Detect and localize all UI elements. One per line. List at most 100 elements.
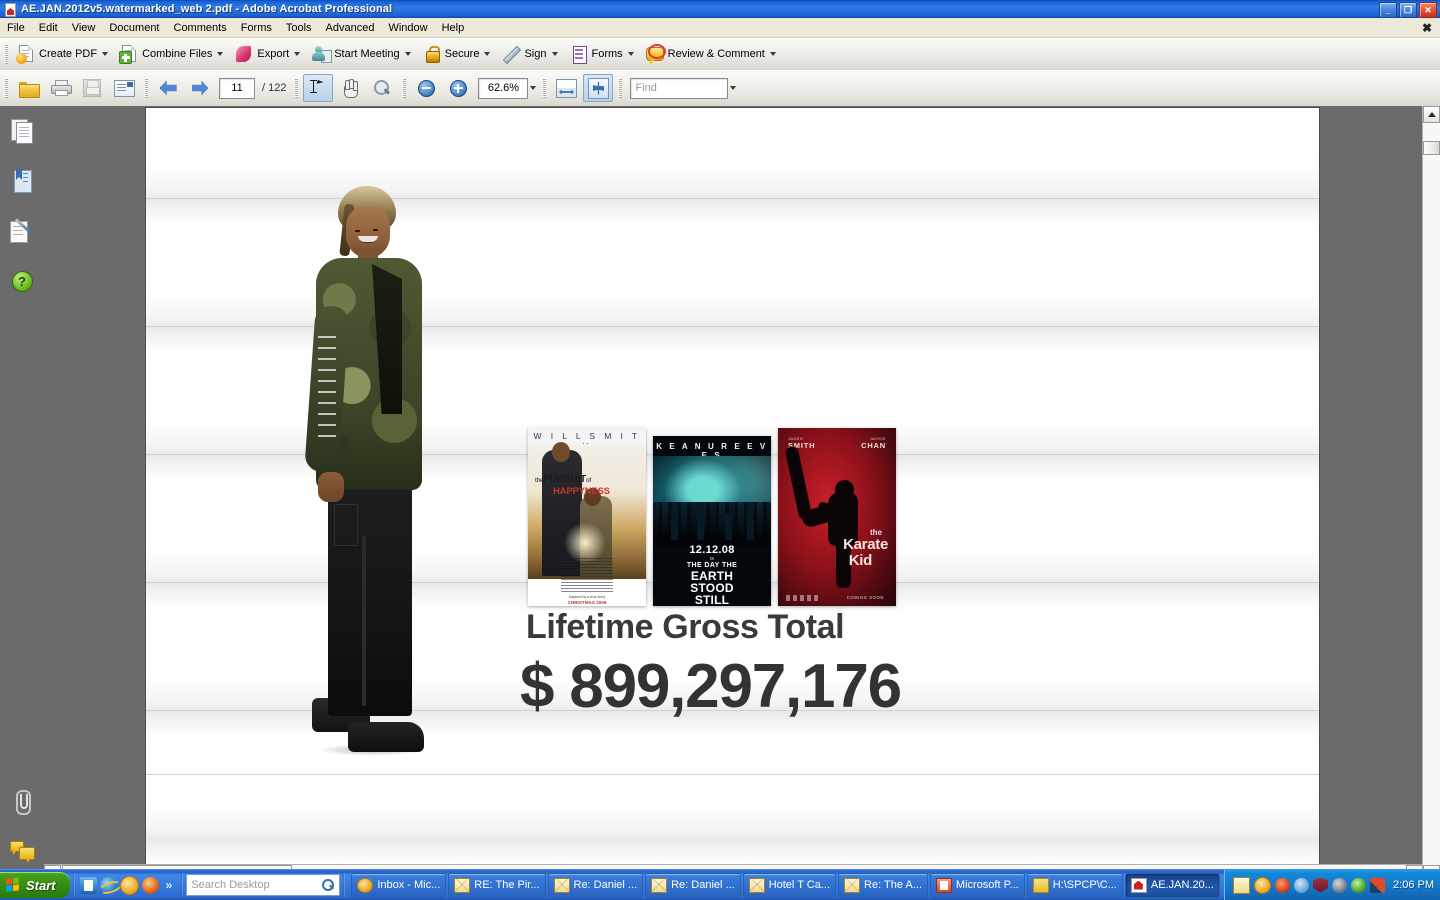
sidebar-item-help[interactable]: ? [0, 256, 44, 306]
sidebar-item-pages[interactable] [0, 106, 44, 156]
toolbar-grip[interactable] [4, 44, 8, 64]
task-button-acrobat[interactable]: AE.JAN.20... [1124, 872, 1220, 898]
chevron-down-icon[interactable] [102, 52, 109, 56]
mail-tray-icon[interactable] [1233, 876, 1251, 894]
close-button[interactable]: ✕ [1419, 2, 1437, 18]
outlook-express-quicklaunch-icon[interactable] [119, 875, 139, 895]
taskbar-clock[interactable]: 2:06 PM [1393, 879, 1434, 891]
search-magnifier-icon[interactable] [321, 878, 336, 893]
marquee-zoom-button[interactable] [367, 74, 397, 102]
select-tool-button[interactable] [303, 74, 334, 102]
find-input[interactable]: Find [630, 77, 729, 99]
previous-page-button[interactable] [153, 74, 183, 102]
chevron-down-icon[interactable] [404, 52, 411, 56]
toolbar-grip[interactable] [402, 78, 407, 98]
chevron-down-icon[interactable] [551, 52, 558, 56]
menu-comments[interactable]: Comments [167, 20, 234, 36]
menu-window[interactable]: Window [381, 20, 434, 36]
task-button-hotel-t-ca[interactable]: Hotel T Ca... [742, 872, 837, 898]
task-button-explorer-folder[interactable]: H:\SPCP\C... [1026, 872, 1123, 898]
sync-tray-icon[interactable] [1275, 877, 1291, 893]
print-icon [50, 80, 72, 96]
next-page-button[interactable] [185, 74, 215, 102]
sign-button[interactable]: Sign [498, 40, 563, 68]
document-view-area[interactable]: W I L L S M I T H thePURSUITof HAPPYNESS… [44, 106, 1440, 882]
fit-width-button[interactable] [551, 74, 581, 102]
start-meeting-button[interactable]: Start Meeting [308, 40, 416, 68]
task-button-re-the-a[interactable]: Re: The A... [838, 872, 928, 898]
chevron-down-icon[interactable] [217, 52, 224, 56]
save-button[interactable] [77, 74, 107, 102]
open-folder-icon [18, 81, 40, 98]
outlook-quicklaunch-icon[interactable] [79, 876, 97, 894]
volume-tray-icon[interactable] [1332, 877, 1348, 893]
menu-file[interactable]: File [0, 20, 32, 36]
close-document-icon[interactable]: ✖ [1422, 21, 1432, 35]
menu-advanced[interactable]: Advanced [319, 20, 382, 36]
help-question-icon: ? [11, 270, 33, 292]
export-button[interactable]: Export [231, 40, 306, 68]
search-desktop-input[interactable]: Search Desktop [186, 874, 341, 896]
toolbar-grip[interactable] [144, 78, 148, 98]
outlook-tray-icon[interactable] [1254, 876, 1272, 894]
menu-tools[interactable]: Tools [279, 20, 319, 36]
menu-edit[interactable]: Edit [32, 20, 65, 36]
start-button[interactable]: Start [0, 872, 70, 898]
create-pdf-button[interactable]: Create PDF [13, 40, 114, 68]
shield-tray-icon[interactable] [1313, 877, 1329, 893]
task-button-inbox[interactable]: Inbox - Mic... [351, 872, 447, 898]
combine-files-button[interactable]: Combine Files [116, 40, 229, 68]
toolbar-grip[interactable] [618, 78, 623, 98]
sidebar-item-attachments[interactable] [0, 776, 44, 826]
quicklaunch-expand-chevron-icon[interactable]: » [166, 878, 173, 892]
poster3-title-line3: Kid [848, 552, 873, 569]
comments-icon [10, 841, 35, 863]
find-dropdown-chevron-icon[interactable] [730, 86, 737, 90]
update-tray-icon[interactable] [1351, 877, 1367, 893]
minimize-button[interactable]: _ [1379, 2, 1397, 18]
task-button-microsoft-powerpoint[interactable]: Microsoft P... [929, 872, 1025, 898]
vertical-scroll-thumb[interactable] [1423, 141, 1440, 155]
restore-button[interactable]: ❐ [1399, 2, 1417, 18]
menu-view[interactable]: View [65, 20, 103, 36]
toolbar-grip[interactable] [294, 78, 299, 98]
task-button-re-daniel-2[interactable]: Re: Daniel ... [645, 872, 741, 898]
fit-page-button[interactable] [583, 74, 614, 102]
sidebar-item-signatures[interactable] [0, 206, 44, 256]
search-tray-icon[interactable] [1294, 877, 1310, 893]
poster1-footer-date: CHRISTMAS 2006 [567, 599, 607, 605]
karate-kid-poster: JADEN SMITH JACKIE CHAN the Karate Kid COM… [778, 428, 896, 606]
taskbar-separator [181, 873, 184, 897]
secure-button[interactable]: Secure [419, 40, 497, 68]
scroll-up-button[interactable] [1423, 106, 1440, 123]
zoom-in-button[interactable] [443, 74, 473, 102]
network-tray-icon[interactable] [1370, 877, 1386, 893]
firefox-quicklaunch-icon[interactable] [141, 876, 159, 894]
task-button-re-daniel-1[interactable]: Re: Daniel ... [547, 872, 644, 898]
toolbar-grip[interactable] [4, 78, 8, 98]
internet-explorer-quicklaunch-icon[interactable] [99, 876, 117, 894]
vertical-scrollbar[interactable] [1422, 106, 1440, 882]
email-button[interactable] [109, 74, 139, 102]
zoom-out-button[interactable] [411, 74, 441, 102]
review-comment-button[interactable]: Review & Comment [642, 40, 782, 68]
chevron-down-icon[interactable] [627, 52, 634, 56]
chevron-down-icon[interactable] [769, 52, 776, 56]
menu-forms[interactable]: Forms [234, 20, 279, 36]
zoom-level-input[interactable]: 62.6% [478, 77, 529, 99]
hand-tool-button[interactable] [335, 74, 365, 102]
sidebar-item-bookmarks[interactable] [0, 156, 44, 206]
forms-button[interactable]: Forms [566, 40, 640, 68]
open-file-button[interactable] [13, 74, 43, 102]
zoom-dropdown-chevron-icon[interactable] [530, 86, 537, 90]
print-button[interactable] [45, 74, 75, 102]
fit-width-icon [555, 78, 577, 98]
chevron-down-icon[interactable] [294, 52, 301, 56]
toolbar-grip[interactable] [542, 78, 547, 98]
task-button-re-the-pir[interactable]: RE: The Pir... [448, 872, 546, 898]
combine-files-icon [119, 44, 139, 64]
menu-document[interactable]: Document [102, 20, 166, 36]
menu-help[interactable]: Help [435, 20, 472, 36]
chevron-down-icon[interactable] [484, 52, 491, 56]
page-number-input[interactable]: 11 [219, 77, 255, 99]
